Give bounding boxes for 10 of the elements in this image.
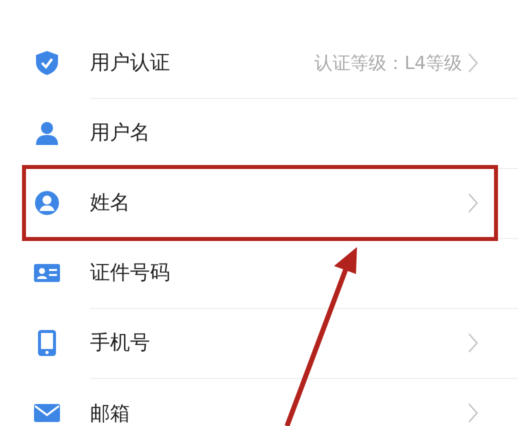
shield-check-icon: [34, 50, 60, 76]
row-label[interactable]: 手机号: [90, 329, 468, 356]
row-label[interactable]: 用户认证: [90, 49, 315, 76]
row-label[interactable]: 证件号码: [90, 259, 478, 286]
row-label[interactable]: 用户名: [90, 119, 478, 146]
user-circle-icon: [34, 190, 60, 216]
person-icon: [34, 120, 60, 146]
row-value: 认证等级：L4等级: [314, 52, 462, 74]
row-label[interactable]: 姓名: [90, 189, 468, 216]
row-label[interactable]: 邮箱: [90, 400, 468, 426]
